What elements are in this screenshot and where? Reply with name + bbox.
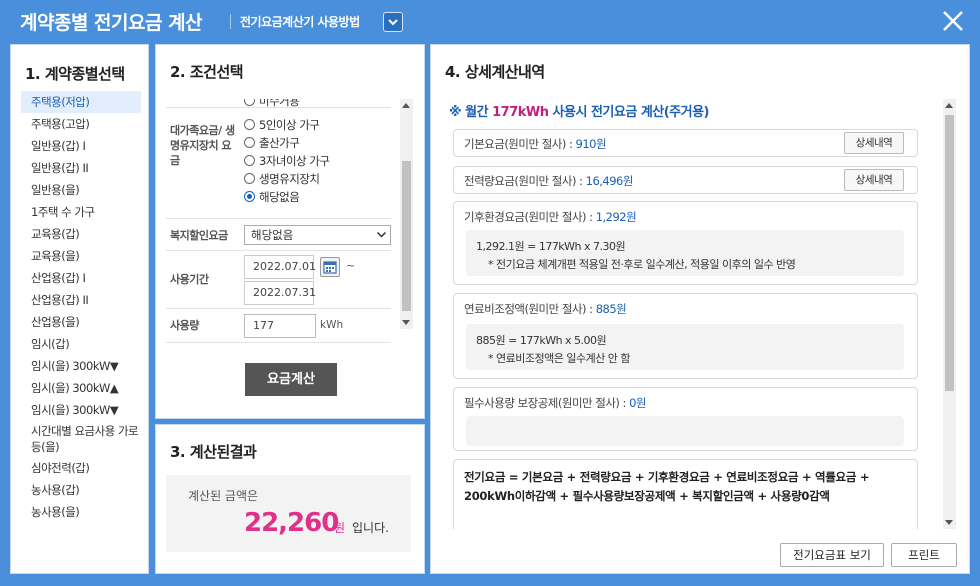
scroll-thumb[interactable] [402,161,411,311]
welfare-row: 복지할인요금 해당없음 [166,219,391,251]
energy-fee-card: 전력량요금(원미만 절사) : 16,496원 상세내역 [453,166,918,194]
panel-title: 1. 계약종별선택 [25,65,125,83]
result-amount: 22,260 [244,508,339,538]
contract-type-item[interactable]: 임시(갑) [21,333,141,355]
calendar-button[interactable] [320,257,340,277]
welfare-label: 복지할인요금 [170,229,228,242]
usage-input[interactable]: 177 [244,314,316,338]
contract-type-item[interactable]: 임시(을) 300kW▼ [21,399,141,421]
end-date-input[interactable]: 2022.07.31 [244,281,316,305]
contract-type-item[interactable]: 산업용(갑) II [21,289,141,311]
contract-type-item[interactable]: 산업용(갑) I [21,267,141,289]
radio-button-checked[interactable] [244,191,255,202]
print-button[interactable]: 프린트 [891,543,957,567]
usage-label: 사용량 [170,319,199,332]
window-title: 계약종별 전기요금 계산 [20,12,203,34]
result-panel: 3. 계산된결과 계산된 금액은 22,260 원 입니다. [155,424,425,574]
contract-type-item[interactable]: 일반용(갑) II [21,157,141,179]
scroll-down-arrow[interactable] [402,320,410,325]
detail-scroll-area: ※ 월간 177kWh 사용시 전기요금 계산(주거용) 기본요금(원미만 절사… [441,97,941,529]
radio-option[interactable]: 출산가구 [244,135,300,152]
usage-row: 사용량 177 kWh [166,309,391,343]
contract-type-item[interactable]: 심야전력(갑) [21,457,141,479]
radio-button[interactable] [244,137,255,148]
essential-deduction-card: 필수사용량 보장공제(원미만 절사) : 0원 [453,387,918,451]
contract-type-item[interactable]: 임시(을) 300kW▼ [21,355,141,377]
essential-calc-box [466,416,904,446]
panel-title: 4. 상세계산내역 [445,63,545,81]
close-button[interactable] [940,8,966,34]
basic-fee-card: 기본요금(원미만 절사) : 910원 상세내역 [453,129,918,157]
climate-fee-card: 기후환경요금(원미만 절사) : 1,292원 1,292.1원 = 177kW… [453,201,918,285]
basic-detail-button[interactable]: 상세내역 [844,132,904,154]
close-icon [943,11,963,31]
contract-type-panel: 1. 계약종별선택 주택용(저압) 주택용(고압) 일반용(갑) I 일반용(갑… [10,44,149,574]
contract-type-item[interactable]: 산업용(을) [21,311,141,333]
family-discount-row: 대가족요금/ 생명유지장치 요금 5인이상 가구 출산가구 3자녀이상 가구 생… [166,107,391,219]
usage-unit: kWh [320,319,344,331]
radio-button[interactable] [244,99,255,106]
header-divider [230,14,231,29]
chevron-down-icon [388,19,398,26]
fee-formula: 전기요금 = 기본요금 + 전력량요금 + 기후환경요금 + 연료비조정요금 +… [464,470,870,503]
panel-title: 2. 조건선택 [170,63,244,81]
fuel-adjust-card: 연료비조정액(원미만 절사) : 885원 885원 = 177kWh x 5.… [453,293,918,379]
condition-scroll-area: 미수거용 대가족요금/ 생명유지장치 요금 5인이상 가구 출산가구 3자녀이상… [166,99,416,389]
contract-type-item[interactable]: 주택용(저압) [21,91,141,113]
chevron-down-icon [377,232,386,238]
radio-button[interactable] [244,173,255,184]
help-link[interactable]: 전기요금계산기 사용방법 [240,13,360,30]
radio-option[interactable]: 3자녀이상 가구 [244,153,330,170]
panel-title: 3. 계산된결과 [170,443,257,461]
period-row: 사용기간 2022.07.01 ~ 2022.07.31 [166,251,391,309]
family-discount-label: 대가족요금/ 생명유지장치 요금 [170,124,235,167]
scroll-up-arrow[interactable] [945,103,953,108]
help-dropdown-button[interactable] [383,12,403,32]
detail-panel: 4. 상세계산내역 ※ 월간 177kWh 사용시 전기요금 계산(주거용) 기… [430,44,970,574]
period-separator: ~ [346,259,356,272]
contract-type-item[interactable]: 농사용(을) [21,501,141,523]
detail-heading: ※ 월간 177kWh 사용시 전기요금 계산(주거용) [449,105,710,120]
radio-option[interactable]: 생명유지장치 [244,171,320,188]
scroll-down-arrow[interactable] [945,520,953,525]
period-label: 사용기간 [170,273,209,286]
result-box: 계산된 금액은 22,260 원 입니다. [166,475,411,552]
energy-detail-button[interactable]: 상세내역 [844,169,904,191]
climate-calc-box: 1,292.1원 = 177kWh x 7.30원 * 전기요금 체계개편 적용… [466,230,904,276]
contract-type-item[interactable]: 일반용(을) [21,179,141,201]
window-header: 계약종별 전기요금 계산 전기요금계산기 사용방법 [0,0,980,44]
contract-type-list: 주택용(저압) 주택용(고압) 일반용(갑) I 일반용(갑) II 일반용(을… [21,91,141,523]
radio-button[interactable] [244,119,255,130]
fuel-calc-box: 885원 = 177kWh x 5.00원 * 연료비조정액은 일수계산 안 함 [466,324,904,370]
radio-button[interactable] [244,155,255,166]
contract-type-item[interactable]: 1주택 수 가구 [21,201,141,223]
detail-scrollbar[interactable] [943,99,956,529]
radio-option[interactable]: 해당없음 [244,189,300,206]
contract-type-item[interactable]: 임시(을) 300kW▲ [21,377,141,399]
result-suffix: 입니다. [352,521,389,535]
start-date-input[interactable]: 2022.07.01 [244,255,316,279]
contract-type-item[interactable]: 일반용(갑) I [21,135,141,157]
rate-table-button[interactable]: 전기요금표 보기 [780,543,884,567]
formula-card: 전기요금 = 기본요금 + 전력량요금 + 기후환경요금 + 연료비조정요금 +… [453,459,918,529]
calculate-button[interactable]: 요금계산 [245,363,337,396]
contract-type-item[interactable]: 교육용(갑) [21,223,141,245]
condition-scrollbar[interactable] [400,99,413,329]
welfare-select[interactable]: 해당없음 [244,225,391,245]
radio-option[interactable]: 5인이상 가구 [244,117,320,134]
calendar-icon [323,261,337,274]
scroll-up-arrow[interactable] [402,103,410,108]
contract-type-item[interactable]: 주택용(고압) [21,113,141,135]
contract-type-item[interactable]: 시간대별 요금사용 가로등(을) [21,421,141,457]
result-unit: 원 [334,521,346,535]
result-label: 계산된 금액은 [188,489,259,503]
scroll-thumb[interactable] [945,115,954,391]
condition-panel: 2. 조건선택 미수거용 대가족요금/ 생명유지장치 요금 5인이상 가구 출산… [155,44,425,419]
contract-type-item[interactable]: 교육용(을) [21,245,141,267]
contract-type-item[interactable]: 농사용(갑) [21,479,141,501]
